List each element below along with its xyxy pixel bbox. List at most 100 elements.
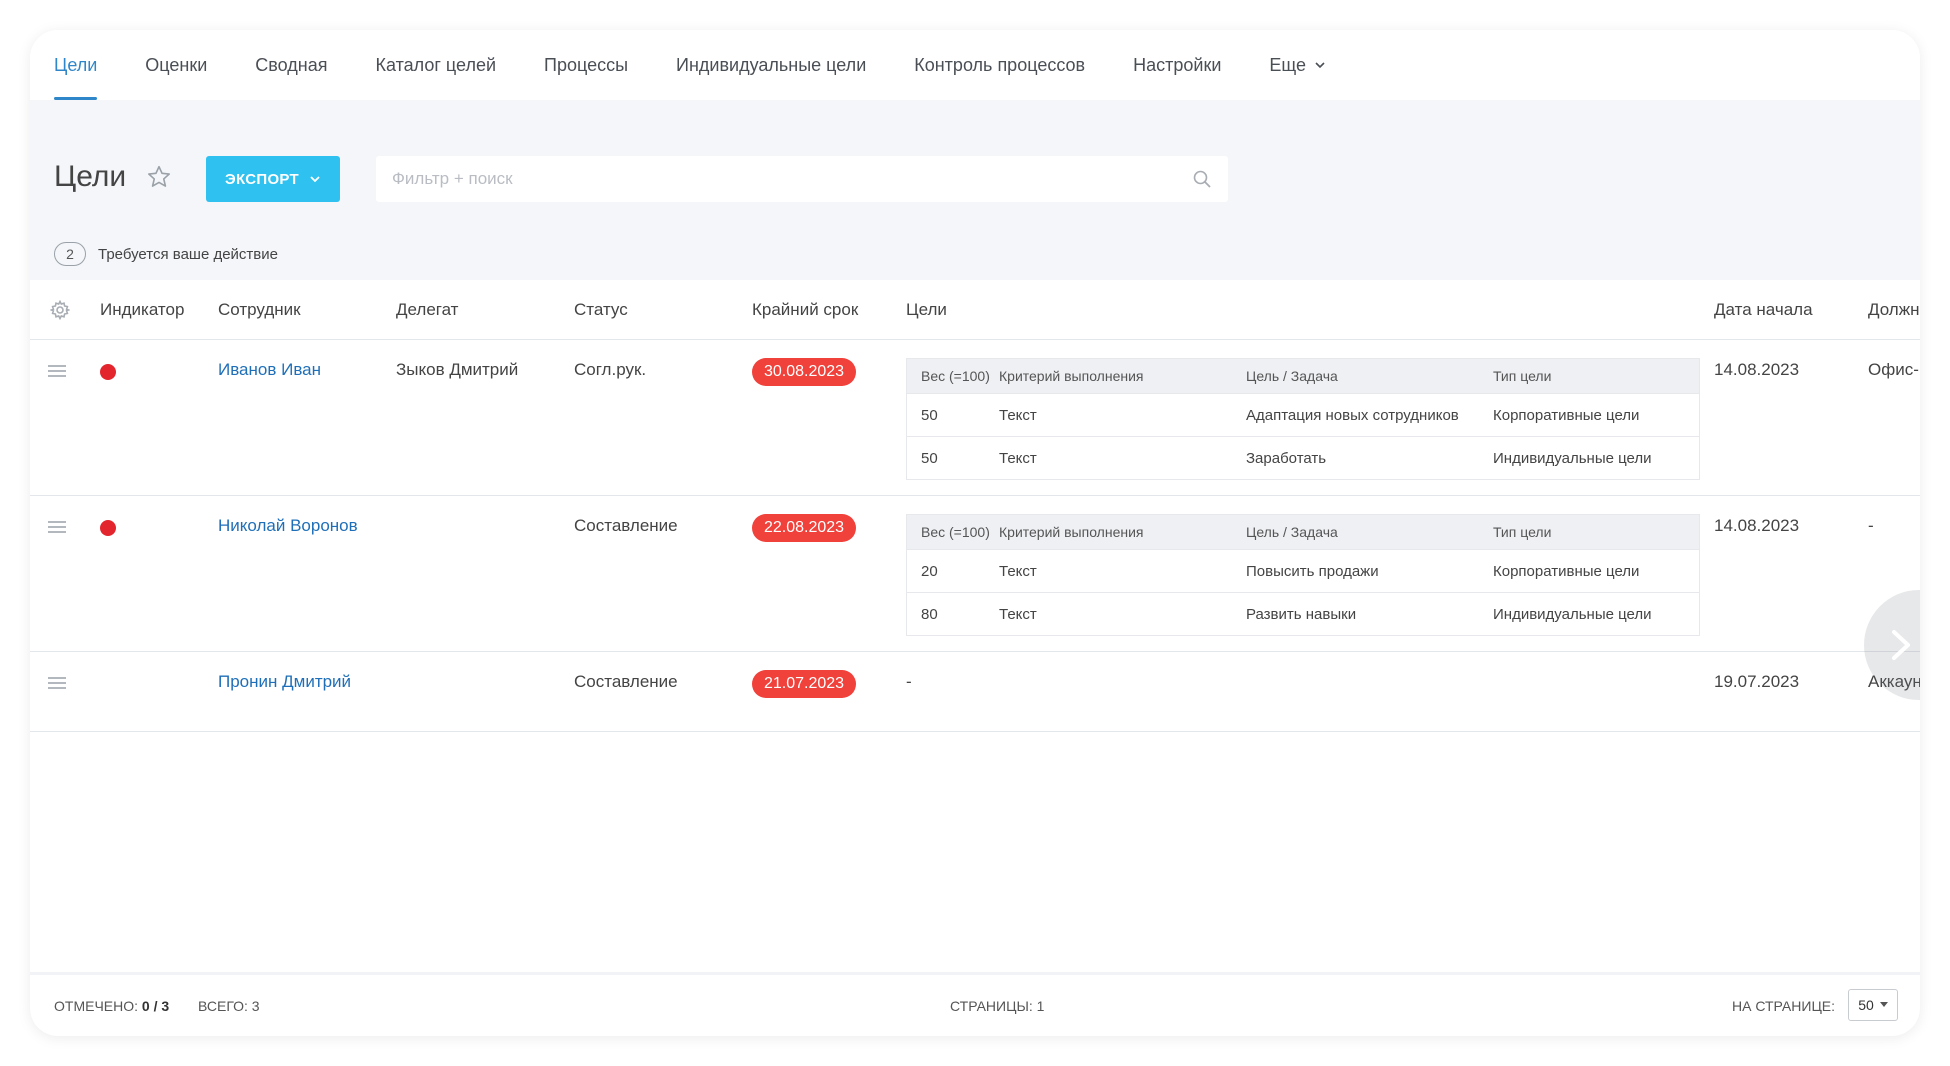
- start-date: 19.07.2023: [1714, 672, 1800, 691]
- search-box: [376, 156, 1228, 202]
- employee-link[interactable]: Николай Воронов: [218, 516, 358, 536]
- goals-col-weight: Вес (=100): [921, 368, 990, 384]
- goal-row[interactable]: 50 Текст Заработать Индивидуальные цели: [907, 436, 1699, 479]
- search-icon[interactable]: [1192, 169, 1212, 189]
- goal-task: Заработать: [1246, 449, 1327, 467]
- goal-task: Повысить продажи: [1246, 562, 1379, 580]
- export-button[interactable]: ЭКСПОРТ: [206, 156, 340, 202]
- employee-link[interactable]: Иванов Иван: [218, 360, 321, 380]
- pages-count: СТРАНИЦЫ: 1: [950, 997, 1045, 1014]
- column-start-date[interactable]: Дата начала: [1714, 300, 1813, 320]
- page-toolbar: Цели ЭКСПОРТ: [30, 100, 1920, 228]
- indicator-dot-red: [100, 364, 116, 380]
- nav-tab-summary[interactable]: Сводная: [255, 30, 327, 100]
- action-required-bar[interactable]: 2 Требуется ваше действие: [30, 228, 1920, 280]
- status-text: Согл.рук.: [574, 360, 647, 379]
- goal-criterion: Текст: [999, 562, 1037, 580]
- nav-tab-label: Процессы: [544, 54, 629, 75]
- goal-criterion: Текст: [999, 605, 1037, 623]
- table-row[interactable]: Пронин Дмитрий Составление 21.07.2023 - …: [30, 652, 1920, 732]
- nav-tab-goal-catalog[interactable]: Каталог целей: [375, 30, 496, 100]
- column-position[interactable]: Должно: [1868, 300, 1920, 320]
- nav-tab-label: Оценки: [145, 54, 208, 75]
- goal-task: Адаптация новых сотрудников: [1246, 406, 1459, 424]
- nav-tab-label: Еще: [1269, 54, 1306, 75]
- goals-col-task: Цель / Задача: [1246, 524, 1338, 540]
- start-date: 14.08.2023: [1714, 516, 1800, 535]
- chevron-right-icon: [1892, 630, 1910, 660]
- start-date: 14.08.2023: [1714, 360, 1800, 379]
- nav-tab-label: Цели: [54, 54, 98, 75]
- goals-empty: -: [906, 672, 912, 691]
- nav-tab-settings[interactable]: Настройки: [1133, 30, 1221, 100]
- nav-tab-more[interactable]: Еще: [1269, 30, 1326, 100]
- column-employee[interactable]: Сотрудник: [218, 300, 301, 320]
- total-count: ВСЕГО: 3: [198, 997, 260, 1014]
- table-header: Индикатор Сотрудник Делегат Статус Крайн…: [30, 280, 1920, 340]
- page-title: Цели: [54, 160, 127, 193]
- goal-type: Корпоративные цели: [1493, 406, 1640, 424]
- caret-down-icon: [1879, 1002, 1888, 1007]
- checked-value: 0 / 3: [141, 997, 170, 1014]
- nav-tab-individual-goals[interactable]: Индивидуальные цели: [676, 30, 866, 100]
- drag-handle-icon[interactable]: [48, 676, 66, 690]
- table-footer: ОТМЕЧЕНО: 0 / 3 ВСЕГО: 3 СТРАНИЦЫ: 1 НА …: [30, 972, 1920, 1036]
- nav-tab-label: Настройки: [1133, 54, 1222, 75]
- drag-handle-icon[interactable]: [48, 364, 66, 378]
- app-card: Цели Оценки Сводная Каталог целей Процес…: [30, 30, 1920, 1036]
- table-row[interactable]: Иванов Иван Зыков Дмитрий Согл.рук. 30.0…: [30, 340, 1920, 496]
- goals-subtable: Вес (=100) Критерий выполнения Цель / За…: [906, 358, 1700, 480]
- nav-tab-processes[interactable]: Процессы: [544, 30, 628, 100]
- column-indicator[interactable]: Индикатор: [100, 300, 184, 320]
- checked-count: ОТМЕЧЕНО: 0 / 3: [54, 998, 169, 1014]
- status-text: Составление: [574, 672, 678, 691]
- goal-row[interactable]: 20 Текст Повысить продажи Корпоративные …: [907, 549, 1699, 592]
- column-deadline[interactable]: Крайний срок: [752, 300, 858, 320]
- goal-criterion: Текст: [999, 406, 1037, 424]
- status-text: Составление: [574, 516, 678, 535]
- per-page-select[interactable]: 50: [1848, 989, 1898, 1021]
- nav-tab-ratings[interactable]: Оценки: [145, 30, 207, 100]
- chevron-down-icon: [1315, 62, 1325, 69]
- nav-tab-label: Индивидуальные цели: [676, 54, 867, 75]
- employee-link[interactable]: Пронин Дмитрий: [218, 672, 351, 692]
- goal-weight: 20: [921, 562, 938, 580]
- per-page-value: 50: [1858, 997, 1874, 1013]
- deadline-badge: 22.08.2023: [752, 514, 857, 542]
- star-icon[interactable]: [146, 164, 172, 190]
- goals-col-type: Тип цели: [1493, 524, 1552, 540]
- search-input[interactable]: [392, 169, 1192, 189]
- goals-col-criterion: Критерий выполнения: [999, 524, 1144, 540]
- goal-weight: 50: [921, 406, 938, 424]
- goals-col-task: Цель / Задача: [1246, 368, 1338, 384]
- goal-row[interactable]: 80 Текст Развить навыки Индивидуальные ц…: [907, 592, 1699, 635]
- export-button-label: ЭКСПОРТ: [225, 170, 299, 188]
- column-status[interactable]: Статус: [574, 300, 628, 320]
- column-delegate[interactable]: Делегат: [396, 300, 458, 320]
- goals-subtable-header: Вес (=100) Критерий выполнения Цель / За…: [907, 359, 1699, 393]
- nav-tab-process-control[interactable]: Контроль процессов: [914, 30, 1085, 100]
- delegate-name: Зыков Дмитрий: [396, 360, 519, 379]
- goal-type: Индивидуальные цели: [1493, 449, 1652, 467]
- top-nav: Цели Оценки Сводная Каталог целей Процес…: [30, 30, 1920, 100]
- column-goals[interactable]: Цели: [906, 300, 947, 320]
- goals-col-weight: Вес (=100): [921, 524, 990, 540]
- goal-row[interactable]: 50 Текст Адаптация новых сотрудников Кор…: [907, 393, 1699, 436]
- goals-col-criterion: Критерий выполнения: [999, 368, 1144, 384]
- nav-tab-label: Сводная: [255, 54, 328, 75]
- gear-icon[interactable]: [50, 300, 70, 320]
- position-text: -: [1868, 516, 1874, 535]
- goal-type: Корпоративные цели: [1493, 562, 1640, 580]
- nav-tab-label: Каталог целей: [375, 54, 497, 75]
- table-row[interactable]: Николай Воронов Составление 22.08.2023 В…: [30, 496, 1920, 652]
- action-count-badge: 2: [54, 242, 86, 266]
- drag-handle-icon[interactable]: [48, 520, 66, 534]
- checked-label: ОТМЕЧЕНО:: [54, 997, 138, 1014]
- goal-task: Развить навыки: [1246, 605, 1357, 623]
- action-required-text: Требуется ваше действие: [98, 245, 278, 263]
- nav-tab-goals[interactable]: Цели: [54, 30, 98, 100]
- nav-tab-label: Контроль процессов: [914, 54, 1086, 75]
- indicator-dot-red: [100, 520, 116, 536]
- chevron-down-icon: [310, 176, 320, 183]
- per-page-label: НА СТРАНИЦЕ:: [1732, 997, 1836, 1014]
